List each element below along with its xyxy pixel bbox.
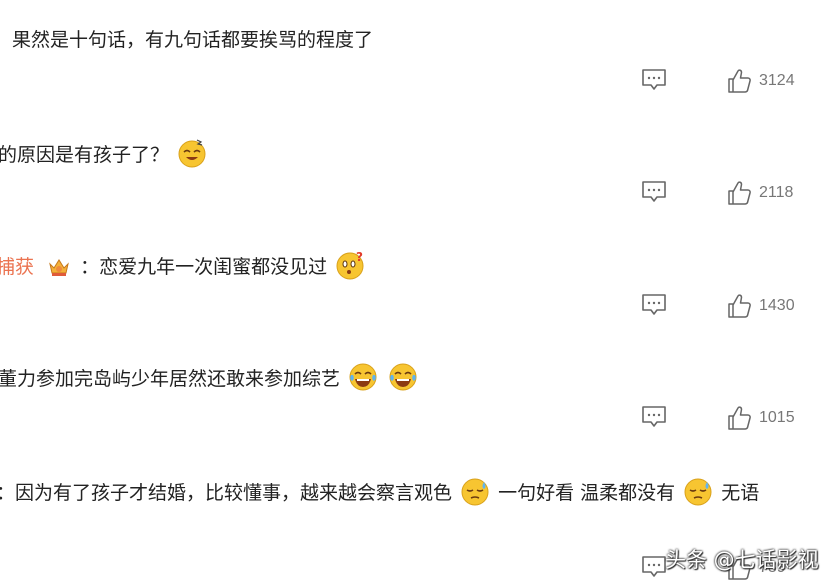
username[interactable]: 捕获 — [0, 256, 34, 278]
cold-sweat-emoji — [460, 476, 490, 506]
question-face-emoji: ? — [335, 250, 365, 280]
crown-badge-icon — [48, 255, 70, 277]
thumbs-up-icon — [728, 69, 751, 93]
svg-text:?: ? — [356, 250, 363, 264]
like-count: 3124 — [759, 72, 795, 89]
like-count: 1430 — [759, 297, 795, 314]
comment-actions: 1015 — [0, 405, 836, 435]
comment-icon[interactable] — [641, 405, 667, 429]
comment-text-segment: ：因为有了孩子才结婚，比较懂事，越来越会察言观色 — [0, 482, 453, 504]
watermark: 头条 @七话影视 — [665, 548, 819, 572]
comment-text: 果然是十句话，有九句话都要挨骂的程度了 — [12, 26, 373, 54]
cold-sweat-emoji — [683, 476, 713, 506]
thumbs-up-icon — [728, 294, 751, 318]
like-button[interactable]: 3124 — [727, 68, 795, 94]
like-button[interactable]: 2118 — [727, 180, 793, 206]
comment-text: 的原因是有孩子了？ — [0, 138, 209, 169]
like-count: 1015 — [759, 409, 795, 426]
comment-text: 董力参加完岛屿少年居然还敢来参加综艺 — [0, 362, 420, 393]
comment-icon[interactable] — [641, 180, 667, 204]
comment-text-segment: 的原因是有孩子了？ — [0, 144, 170, 166]
comment-icon[interactable] — [641, 68, 667, 92]
comment-text: ：因为有了孩子才结婚，比较懂事，越来越会察言观色 一句好看 温柔都没有 无语 — [0, 476, 759, 507]
thumbs-up-icon — [728, 181, 751, 205]
laugh-cry-emoji — [388, 362, 418, 392]
comment-actions: 2118 — [0, 180, 836, 210]
like-count: 2118 — [759, 184, 794, 201]
thumbs-up-icon — [728, 406, 751, 430]
like-button[interactable]: 1430 — [727, 293, 795, 319]
comment-actions: 1430 — [0, 293, 836, 323]
comment-icon[interactable] — [641, 555, 667, 579]
comment-actions: 3124 — [0, 68, 836, 98]
comment-text: 捕获 ：恋爱九年一次闺蜜都没见过 ? — [0, 250, 367, 281]
laugh-cry-emoji — [348, 362, 378, 392]
sweat-smile-emoji — [177, 138, 207, 168]
comment-text-segment: 果然是十句话，有九句话都要挨骂的程度了 — [12, 29, 374, 51]
comment-icon[interactable] — [641, 293, 667, 317]
comment-text-segment: 董力参加完岛屿少年居然还敢来参加综艺 — [0, 368, 341, 390]
comment-text-segment: ：恋爱九年一次闺蜜都没见过 — [80, 256, 328, 278]
comment-text-segment: 一句好看 温柔都没有 — [498, 482, 676, 504]
comment-text-segment: 无语 — [721, 482, 760, 504]
like-button[interactable]: 1015 — [727, 405, 795, 431]
